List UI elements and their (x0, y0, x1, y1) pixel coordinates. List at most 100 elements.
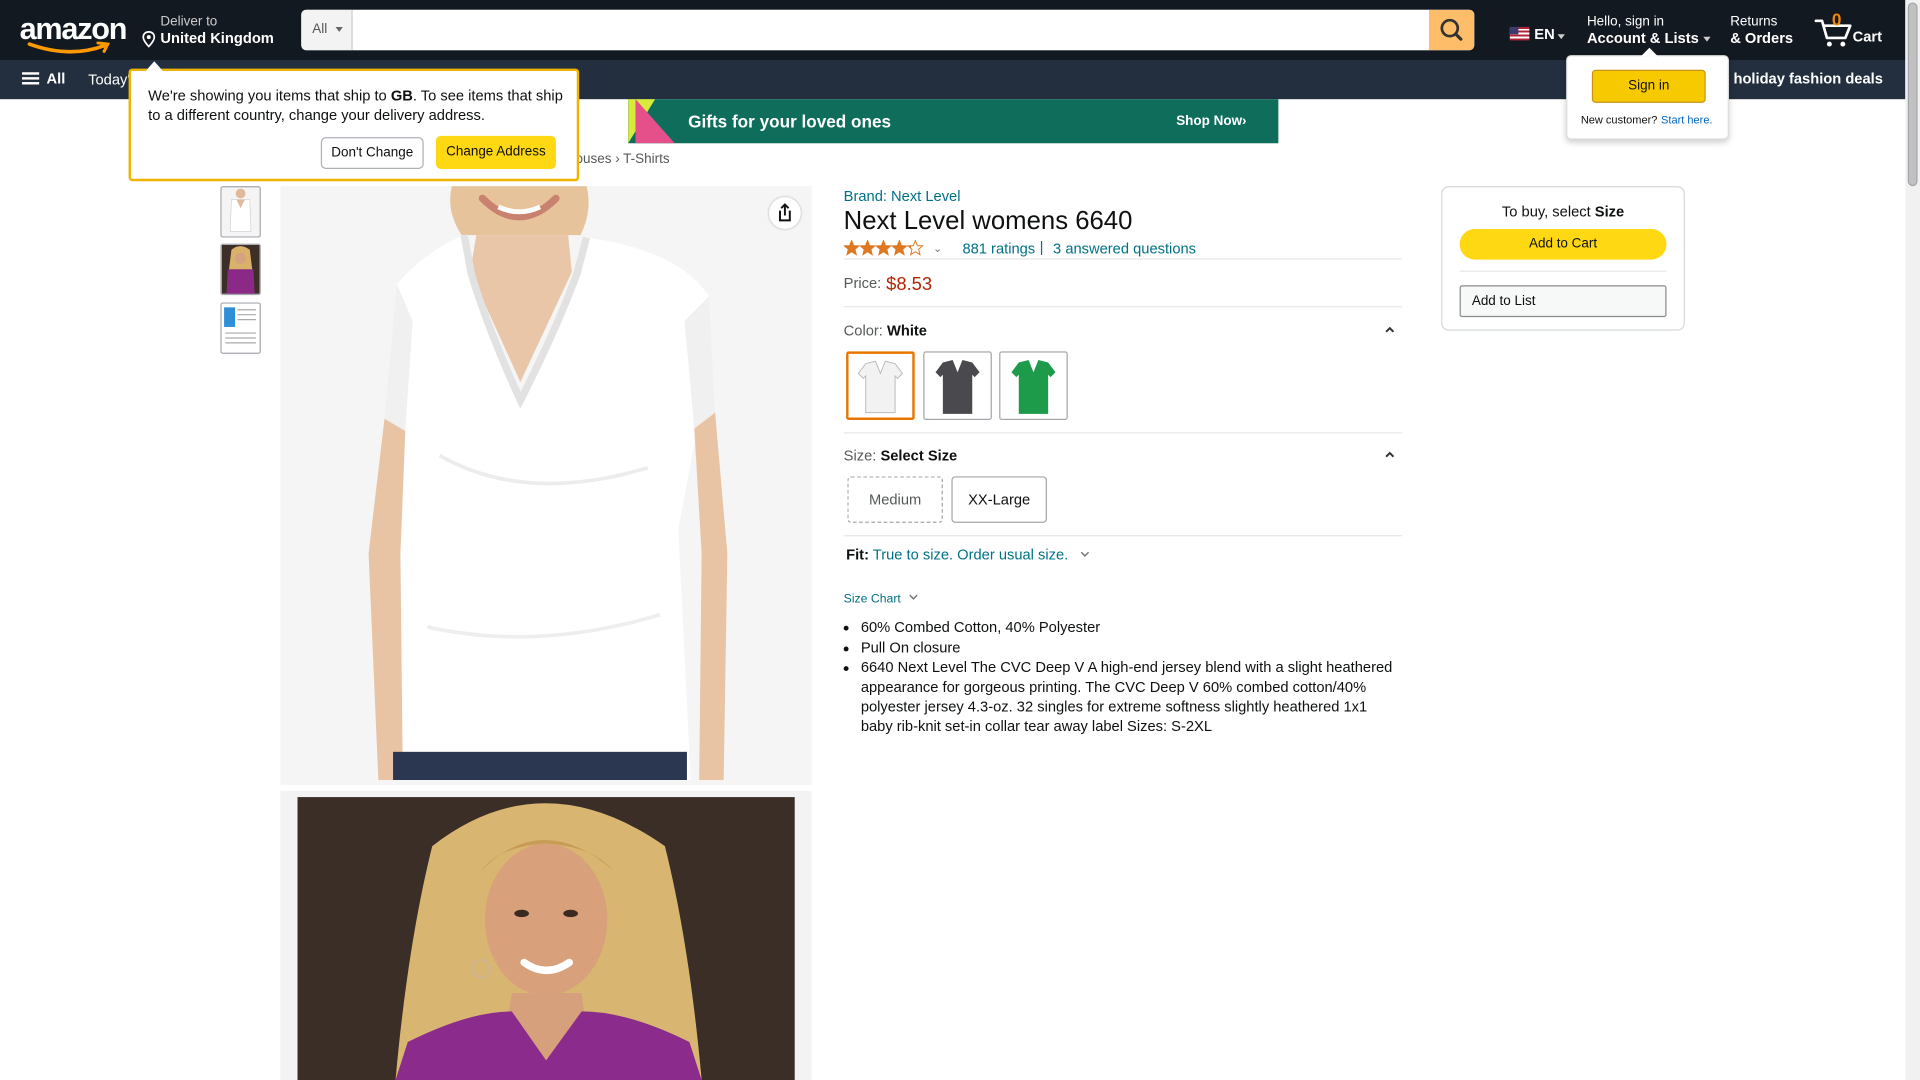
main-product-image[interactable] (280, 186, 812, 785)
page: amazon Deliver to United Kingdom All EN … (0, 0, 1920, 1080)
ratings-separator: | (1039, 238, 1044, 256)
deliver-to[interactable]: Deliver to United Kingdom (142, 15, 274, 48)
start-here-link[interactable]: Start here. (1661, 114, 1712, 126)
product-photo-white-tshirt (280, 186, 812, 785)
size-chart-label: Size Chart (843, 592, 901, 607)
all-label: All (46, 69, 66, 87)
color-swatch-white[interactable] (846, 351, 915, 421)
size-chart-link[interactable]: Size Chart (844, 593, 920, 606)
cart-label: Cart (1852, 28, 1883, 46)
divider (843, 535, 1403, 537)
color-swatch-charcoal[interactable] (923, 351, 992, 421)
chevron-down-icon (909, 594, 919, 600)
brand-link[interactable]: Brand: Next Level (844, 187, 961, 204)
amazon-logo[interactable]: amazon (20, 12, 127, 54)
language-selector[interactable]: EN (1509, 26, 1565, 43)
cart-button[interactable]: 0 Cart (1813, 9, 1886, 49)
popover-message-text: We're showing you items that ship to (148, 86, 391, 105)
feature-bullet: 6640 Next Level The CVC Deep V A high-en… (861, 658, 1395, 736)
account-label: Account & Lists (1586, 29, 1699, 47)
star-rating-icon (843, 240, 924, 256)
chevron-up-icon[interactable] (1384, 323, 1396, 335)
fit-row[interactable]: Fit: True to size. Order usual size. (846, 546, 1091, 563)
feature-bullet: Pull On closure (861, 637, 1395, 657)
search-input[interactable] (353, 9, 1429, 51)
buy-box-heading: To buy, select Size (1442, 203, 1683, 220)
orders-label: & Orders (1730, 29, 1794, 47)
scrollbar-thumb[interactable] (1907, 2, 1918, 187)
color-value: White (886, 322, 927, 340)
add-to-cart-button[interactable]: Add to Cart (1459, 228, 1667, 260)
all-menu-button[interactable]: All (22, 70, 65, 87)
buy-box: To buy, select Size Add to Cart Add to L… (1441, 186, 1685, 331)
color-swatch-green[interactable] (999, 351, 1068, 421)
nav-link-holiday-fashion-deals[interactable]: o holiday fashion deals (1720, 70, 1882, 87)
add-to-list-button[interactable]: Add to List (1459, 285, 1667, 318)
banner-decoration (635, 99, 675, 144)
thumbnail-image (221, 303, 260, 353)
ratings-count-link[interactable]: 881 ratings (962, 240, 1035, 257)
star-rating[interactable]: ⌄ (843, 240, 942, 260)
swatch-image (924, 352, 991, 419)
returns-orders[interactable]: Returns & Orders (1730, 15, 1793, 47)
change-address-button[interactable]: Change Address (435, 135, 556, 169)
size-option-xx-large[interactable]: XX-Large (951, 476, 1047, 523)
search-button[interactable] (1428, 9, 1475, 51)
promo-banner[interactable]: Gifts for your loved ones Shop Now› (628, 99, 1279, 144)
top-navbar: amazon Deliver to United Kingdom All EN … (0, 0, 1906, 61)
color-label-row: Color: White (844, 322, 927, 339)
answered-questions-link[interactable]: 3 answered questions (1053, 240, 1196, 257)
dont-change-button[interactable]: Don't Change (320, 137, 424, 169)
location-pin-icon (142, 30, 156, 48)
model-photo (297, 797, 795, 1080)
new-customer-label: New customer? (1580, 113, 1658, 127)
color-label: Color: (843, 322, 883, 340)
thumbnail-purple-shirt[interactable] (220, 243, 261, 296)
search-icon (1440, 18, 1463, 41)
divider (843, 258, 1403, 260)
cart-count: 0 (1831, 9, 1842, 30)
swatch-image (1000, 352, 1067, 419)
smile-icon (27, 41, 111, 54)
nav-link-todays-deals[interactable]: Today' (88, 71, 130, 88)
product-photo-purple-tshirt (297, 797, 795, 1080)
account-flyout: Sign in New customer? Start here. (1566, 47, 1729, 140)
size-label-row: Size: Select Size (844, 447, 958, 464)
swatch-image (848, 353, 913, 418)
share-icon (779, 203, 791, 222)
search-category-label: All (312, 22, 328, 37)
share-button[interactable] (768, 197, 801, 229)
chevron-up-icon[interactable] (1384, 448, 1396, 460)
banner-text: Gifts for your loved ones (688, 111, 892, 132)
hamburger-icon (22, 72, 40, 85)
search-bar: All (301, 9, 1475, 51)
account-lists[interactable]: Hello, sign in Account & Lists (1586, 14, 1712, 47)
buy-box-heading-text: To buy, select (1501, 203, 1595, 221)
popover-country: GB (390, 86, 413, 105)
size-option-medium[interactable]: Medium (847, 476, 943, 523)
page-scrollbar[interactable] (1905, 0, 1920, 1080)
popover-arrow (145, 61, 163, 72)
fit-label: Fit: (846, 546, 869, 564)
thumbnail-white-shirt[interactable] (220, 186, 261, 238)
price-value: $8.53 (886, 274, 933, 296)
size-value: Select Size (880, 446, 958, 465)
thumbnail-image (221, 244, 260, 294)
thumbnail-size-chart[interactable] (220, 302, 261, 354)
sign-in-button[interactable]: Sign in (1591, 69, 1706, 103)
size-label: Size: (843, 446, 877, 465)
chevron-down-icon: ⌄ (933, 242, 943, 255)
flyout-arrow (1640, 47, 1658, 57)
buy-box-heading-bold: Size (1594, 203, 1625, 221)
breadcrumb[interactable]: ouses › T-Shirts (576, 152, 670, 167)
feature-bullet: 60% Combed Cotton, 40% Polyester (861, 617, 1395, 637)
popover-message: We're showing you items that ship to GB.… (148, 86, 570, 125)
search-category-select[interactable]: All (301, 9, 353, 51)
account-greeting: Hello, sign in (1586, 14, 1665, 30)
fit-value: True to size. Order usual size. (872, 546, 1069, 564)
divider (843, 306, 1403, 308)
secondary-product-image[interactable] (280, 791, 812, 1080)
product-title: Next Level womens 6640 (843, 206, 1133, 236)
feature-bullets: 60% Combed Cotton, 40% Polyester Pull On… (844, 617, 1395, 736)
chevron-down-icon (1080, 551, 1089, 557)
